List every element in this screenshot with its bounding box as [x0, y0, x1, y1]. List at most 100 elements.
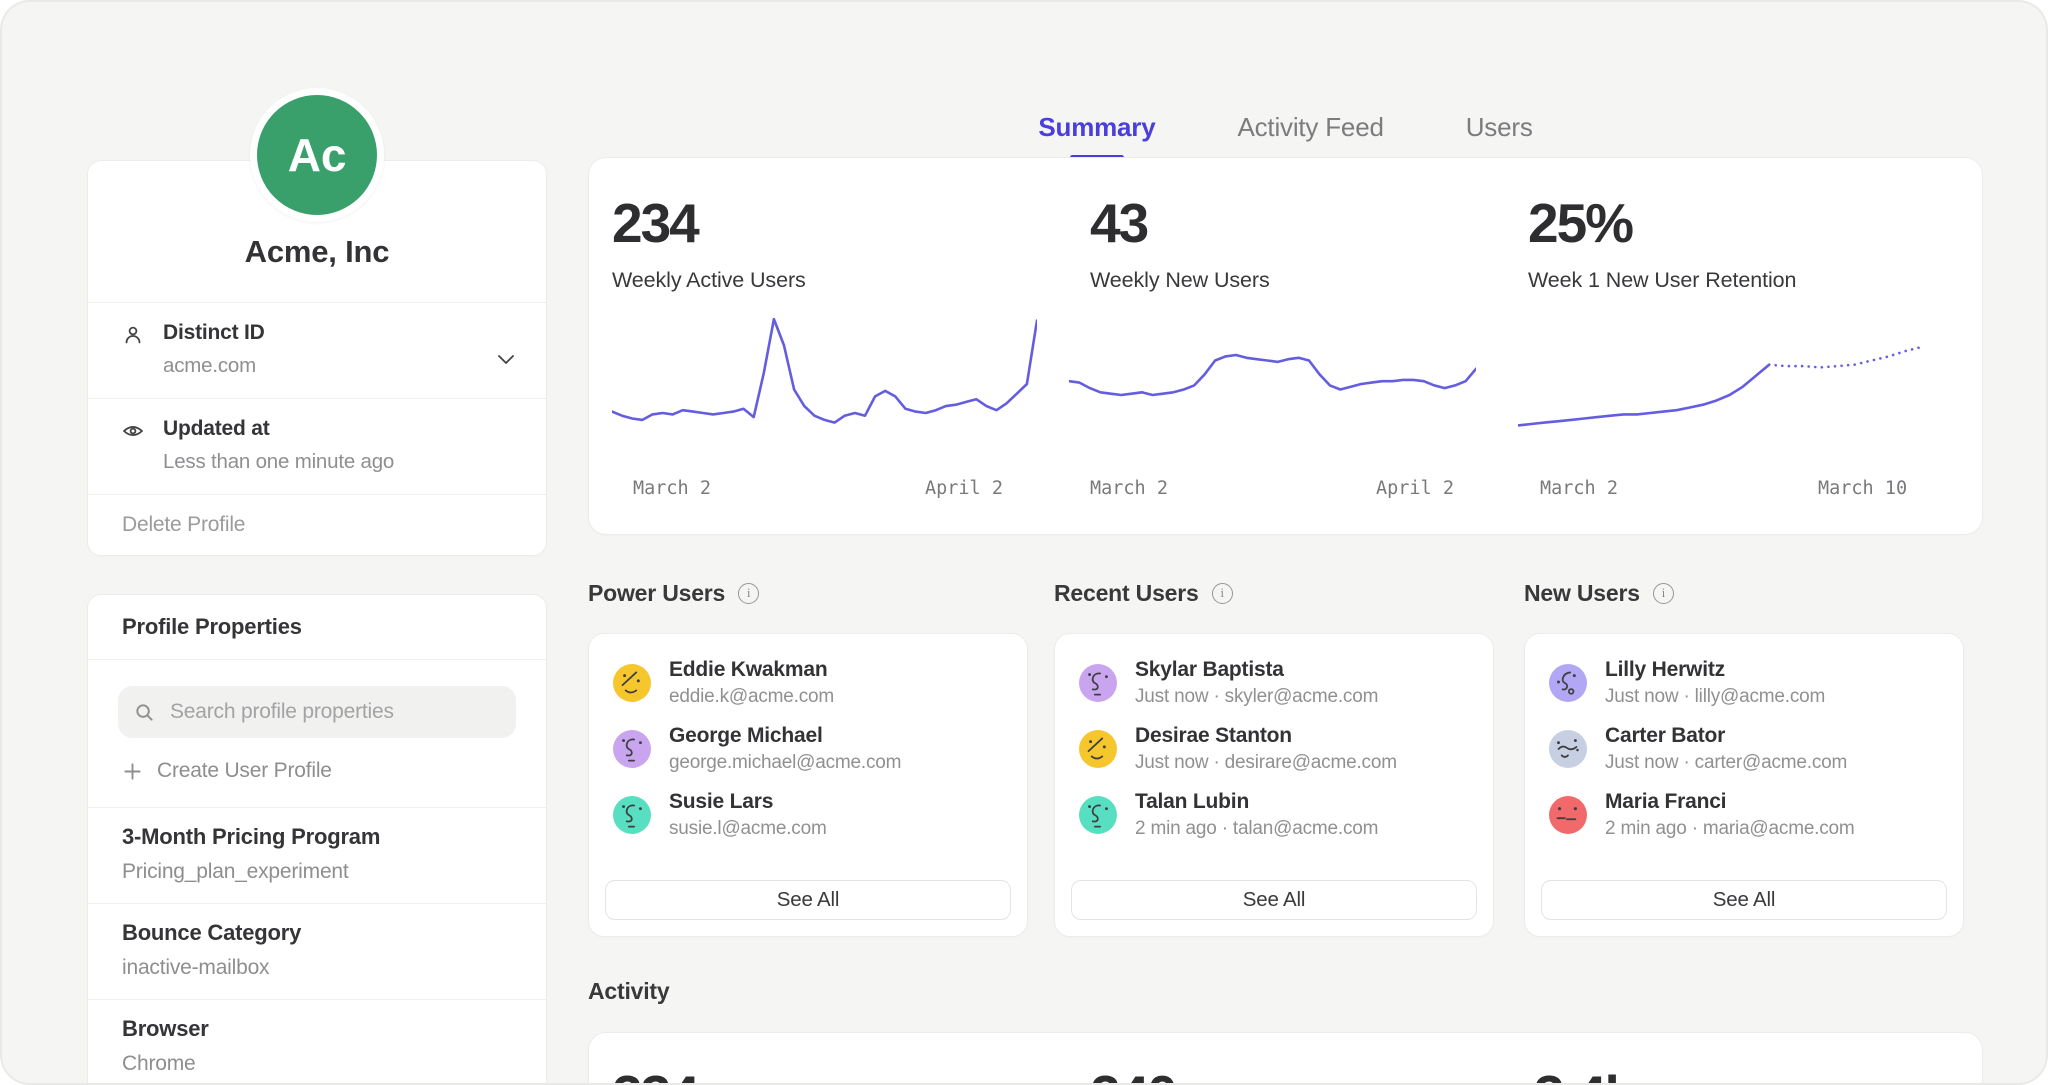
x-tick: March 2: [633, 478, 711, 499]
distinct-id-label: Distinct ID: [163, 321, 265, 345]
user-name: Lilly Herwitz: [1605, 658, 1825, 682]
stat-weekly-new-users: 43 Weekly New Users: [1090, 191, 1270, 293]
search-icon: [134, 702, 155, 723]
property-label: 3-Month Pricing Program: [122, 824, 512, 850]
user-name: Carter Bator: [1605, 724, 1847, 748]
user-meta: 2 min ago · talan@acme.com: [1135, 818, 1378, 840]
updated-at-label: Updated at: [163, 417, 394, 441]
tab-activity-feed[interactable]: Activity Feed: [1237, 112, 1383, 160]
eye-icon: [122, 420, 144, 442]
new-users-title: New Users i: [1524, 580, 1674, 607]
profile-properties-search[interactable]: [118, 686, 516, 738]
stat-weekly-active-users: 234 Weekly Active Users: [612, 191, 806, 293]
stat-number: 234: [612, 1063, 698, 1085]
power-users-title: Power Users i: [588, 580, 759, 607]
activity-stat: 240: [1090, 1063, 1176, 1085]
weekly-active-users-chart: [612, 311, 1037, 457]
user-meta: Just now · lilly@acme.com: [1605, 686, 1825, 708]
stat-number: 25%: [1528, 191, 1796, 255]
recent-users-card: Skylar Baptista Just now · skyler@acme.c…: [1054, 633, 1494, 937]
user-meta: Just now · desirare@acme.com: [1135, 752, 1397, 774]
plus-icon: [123, 762, 142, 781]
updated-at-row: Updated at Less than one minute ago: [88, 398, 546, 494]
see-all-button[interactable]: See All: [605, 880, 1011, 920]
activity-title: Activity: [588, 978, 669, 1005]
avatar: [1549, 664, 1587, 702]
stat-number: 234: [612, 191, 806, 255]
stat-number: 240: [1090, 1063, 1176, 1085]
week1-retention-chart: [1518, 311, 1923, 457]
user-name: Skylar Baptista: [1135, 658, 1378, 682]
stat-label: Weekly Active Users: [612, 268, 806, 293]
summary-card: 234 Weekly Active Users 43 Weekly New Us…: [588, 157, 1983, 535]
avatar: [613, 664, 651, 702]
create-user-profile-button[interactable]: Create User Profile: [123, 759, 516, 783]
tab-bar: Summary Activity Feed Users: [588, 112, 1983, 160]
property-value: inactive-mailbox: [122, 956, 512, 980]
search-input[interactable]: [168, 699, 500, 725]
user-meta: Just now · skyler@acme.com: [1135, 686, 1378, 708]
property-label: Bounce Category: [122, 920, 512, 946]
stat-label: Weekly New Users: [1090, 268, 1270, 293]
avatar: [1079, 730, 1117, 768]
chevron-down-icon[interactable]: [494, 347, 518, 371]
user-row[interactable]: Carter Bator Just now · carter@acme.com: [1525, 716, 1963, 782]
user-row[interactable]: George Michael george.michael@acme.com: [589, 716, 1027, 782]
user-row[interactable]: Eddie Kwakman eddie.k@acme.com: [589, 650, 1027, 716]
stat-number: 43: [1090, 191, 1270, 255]
user-name: Desirae Stanton: [1135, 724, 1397, 748]
user-row[interactable]: Maria Franci 2 min ago · maria@acme.com: [1525, 782, 1963, 848]
see-all-button[interactable]: See All: [1541, 880, 1947, 920]
recent-users-title: Recent Users i: [1054, 580, 1233, 607]
user-meta: 2 min ago · maria@acme.com: [1605, 818, 1855, 840]
user-row[interactable]: Lilly Herwitz Just now · lilly@acme.com: [1525, 650, 1963, 716]
new-users-card: Lilly Herwitz Just now · lilly@acme.com …: [1524, 633, 1964, 937]
main-column: Summary Activity Feed Users 234 Weekly A…: [588, 2, 1983, 1085]
weekly-new-users-chart: [1069, 311, 1476, 457]
user-meta: eddie.k@acme.com: [669, 686, 834, 708]
property-row: 3-Month Pricing Program Pricing_plan_exp…: [88, 808, 546, 904]
info-icon[interactable]: i: [1653, 583, 1674, 604]
info-icon[interactable]: i: [1212, 583, 1233, 604]
tab-summary[interactable]: Summary: [1038, 112, 1155, 160]
user-row[interactable]: Desirae Stanton Just now · desirare@acme…: [1055, 716, 1493, 782]
user-meta: george.michael@acme.com: [669, 752, 901, 774]
user-name: Talan Lubin: [1135, 790, 1378, 814]
user-row[interactable]: Talan Lubin 2 min ago · talan@acme.com: [1055, 782, 1493, 848]
avatar: [1549, 730, 1587, 768]
person-icon: [122, 324, 144, 346]
property-value: Pricing_plan_experiment: [122, 860, 512, 884]
profile-dashboard: Ac Acme, Inc Distinct ID acme.com Update…: [0, 0, 2048, 1085]
info-icon[interactable]: i: [738, 583, 759, 604]
property-value: Chrome: [122, 1052, 512, 1076]
profile-properties-card: Profile Properties Create User Profile 3…: [87, 594, 547, 1085]
org-name: Acme, Inc: [245, 234, 390, 270]
user-name: Susie Lars: [669, 790, 827, 814]
stat-week1-retention: 25% Week 1 New User Retention: [1528, 191, 1796, 293]
delete-profile-button[interactable]: Delete Profile: [88, 494, 546, 555]
stat-number: 3.4k: [1534, 1063, 1633, 1085]
property-row: Browser Chrome: [88, 1000, 546, 1085]
user-name: George Michael: [669, 724, 901, 748]
stat-label: Week 1 New User Retention: [1528, 268, 1796, 293]
user-row[interactable]: Susie Lars susie.l@acme.com: [589, 782, 1027, 848]
see-all-button[interactable]: See All: [1071, 880, 1477, 920]
tab-users[interactable]: Users: [1466, 112, 1533, 160]
user-name: Eddie Kwakman: [669, 658, 834, 682]
user-row[interactable]: Skylar Baptista Just now · skyler@acme.c…: [1055, 650, 1493, 716]
distinct-id-row[interactable]: Distinct ID acme.com: [88, 302, 546, 398]
x-tick: April 2: [925, 478, 1003, 499]
power-users-card: Eddie Kwakman eddie.k@acme.com George Mi…: [588, 633, 1028, 937]
profile-properties-title: Profile Properties: [88, 595, 546, 660]
x-tick: March 2: [1540, 478, 1618, 499]
user-meta: Just now · carter@acme.com: [1605, 752, 1847, 774]
org-avatar: Ac: [250, 88, 384, 222]
avatar: [1079, 664, 1117, 702]
property-label: Browser: [122, 1016, 512, 1042]
x-tick: April 2: [1376, 478, 1454, 499]
user-meta: susie.l@acme.com: [669, 818, 827, 840]
activity-stat: 234: [612, 1063, 698, 1085]
updated-at-value: Less than one minute ago: [163, 450, 394, 474]
avatar: [613, 730, 651, 768]
x-tick: March 2: [1090, 478, 1168, 499]
